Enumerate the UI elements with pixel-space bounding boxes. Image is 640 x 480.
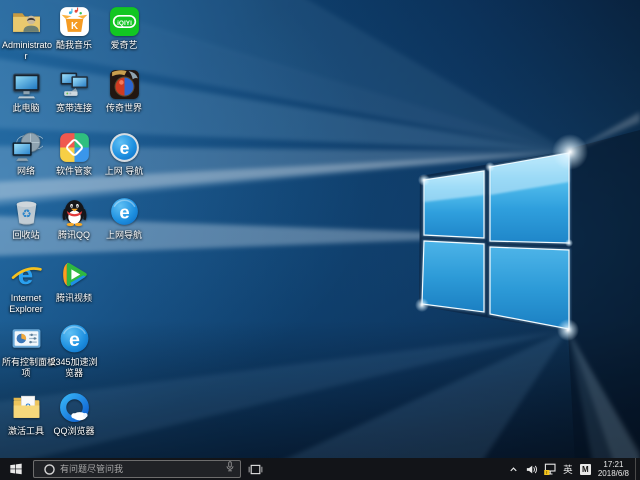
activation-tool-icon: e [10, 391, 43, 424]
svg-text:K: K [70, 21, 77, 32]
icon-label: 腾讯视频 [50, 293, 98, 304]
taskbar: ! 英 M 17:21 2018/6/8 [0, 458, 640, 480]
svg-text:e: e [119, 202, 129, 223]
desktop-icon-web-navigation-2[interactable]: e 上网导航 [100, 195, 148, 241]
desktop-icon-recycle-bin[interactable]: ♻ 回收站 [2, 195, 50, 241]
tencent-qq-icon [58, 195, 91, 228]
microphone-icon[interactable] [224, 460, 236, 478]
desktop-icon-administrator-folder[interactable]: Administrator [2, 5, 50, 62]
desktop-icon-activation-tool[interactable]: e 激活工具 [2, 391, 50, 437]
internet-explorer-icon: e [10, 258, 43, 291]
windows-desktop: Administrator 此电脑网络 ♻ 回收站 e InternetExplorer 所… [0, 0, 640, 480]
icon-label: InternetExplorer [2, 293, 50, 315]
svg-text:e: e [119, 138, 129, 158]
kuwo-music-icon: K [58, 5, 91, 38]
icon-label: 上网导航 [100, 230, 148, 241]
icon-label: 酷我音乐 [50, 40, 98, 51]
svg-text:e: e [69, 329, 80, 351]
icon-label: 宽带连接 [50, 103, 98, 114]
system-tray: ! 英 M 17:21 2018/6/8 [505, 458, 640, 480]
desktop-icon-this-pc[interactable]: 此电脑 [2, 68, 50, 114]
qq-browser-icon [58, 391, 91, 424]
desktop-icon-all-control-panel-items[interactable]: 所有控制面板项 [2, 322, 50, 379]
svg-text:♻: ♻ [21, 207, 31, 221]
icon-label: 腾讯QQ [50, 230, 98, 241]
software-manager-icon [58, 131, 91, 164]
desktop-icon-network[interactable]: 网络 [2, 131, 50, 177]
icon-label: 网络 [2, 166, 50, 177]
desktop-icon-2345-browser[interactable]: e 2345加速浏览器 [50, 322, 98, 379]
web-navigation-icon: e [108, 131, 141, 164]
icon-label: 传奇世界 [100, 103, 148, 114]
broadband-connection-icon [58, 68, 91, 101]
desktop-icon-tencent-qq[interactable]: 腾讯QQ [50, 195, 98, 241]
legend-of-mir-world-icon [108, 68, 141, 101]
tencent-video-icon [58, 258, 91, 291]
this-pc-icon [10, 68, 43, 101]
desktop-icon-web-navigation[interactable]: e 上网 导航 [100, 131, 148, 177]
task-view-icon [248, 462, 263, 477]
svg-text:iQIYI: iQIYI [117, 20, 132, 27]
desktop-icon-tencent-video[interactable]: 腾讯视频 [50, 258, 98, 304]
volume-icon[interactable] [524, 458, 539, 480]
icon-label: 上网 导航 [100, 166, 148, 177]
icon-label: 回收站 [2, 230, 50, 241]
desktop-icon-grid: Administrator 此电脑网络 ♻ 回收站 e InternetExplorer 所… [0, 0, 640, 458]
search-input[interactable] [60, 464, 224, 474]
task-view-button[interactable] [242, 458, 268, 480]
svg-text:e: e [17, 259, 32, 290]
icon-label: 所有控制面板项 [2, 357, 50, 379]
desktop-icon-internet-explorer[interactable]: e InternetExplorer [2, 258, 50, 315]
windows-logo-icon [9, 462, 23, 476]
icon-label: 爱奇艺 [100, 40, 148, 51]
desktop-icon-broadband-connection[interactable]: 宽带连接 [50, 68, 98, 114]
cortana-icon [43, 463, 56, 476]
show-hidden-icons-chevron[interactable] [506, 458, 521, 480]
ime-mode-indicator[interactable]: M [580, 464, 591, 475]
taskbar-search[interactable] [33, 460, 241, 478]
recycle-bin-icon: ♻ [10, 195, 43, 228]
clock-time: 17:21 [598, 460, 629, 469]
show-desktop-button[interactable] [635, 458, 640, 480]
network-status-icon[interactable]: ! [542, 458, 557, 480]
iqiyi-icon: iQIYI [108, 5, 141, 38]
all-control-panel-items-icon [10, 322, 43, 355]
start-button[interactable] [0, 458, 32, 480]
icon-label: Administrator [2, 40, 50, 62]
icon-label: 2345加速浏览器 [50, 357, 98, 379]
taskbar-clock[interactable]: 17:21 2018/6/8 [598, 460, 629, 478]
ime-language-indicator[interactable]: 英 [561, 462, 575, 476]
clock-date: 2018/6/8 [598, 469, 629, 478]
2345-browser-icon: e [58, 322, 91, 355]
icon-label: 此电脑 [2, 103, 50, 114]
icon-label: 激活工具 [2, 426, 50, 437]
desktop-icon-legend-of-mir-world[interactable]: 传奇世界 [100, 68, 148, 114]
icon-label: 软件管家 [50, 166, 98, 177]
desktop-icon-iqiyi[interactable]: iQIYI 爱奇艺 [100, 5, 148, 51]
web-navigation-2-icon: e [108, 195, 141, 228]
icon-label: QQ浏览器 [50, 426, 98, 437]
desktop-icon-kuwo-music[interactable]: K 酷我音乐 [50, 5, 98, 51]
desktop-icon-software-manager[interactable]: 软件管家 [50, 131, 98, 177]
desktop-icon-qq-browser[interactable]: QQ浏览器 [50, 391, 98, 437]
administrator-folder-icon [10, 5, 43, 38]
network-icon [10, 131, 43, 164]
